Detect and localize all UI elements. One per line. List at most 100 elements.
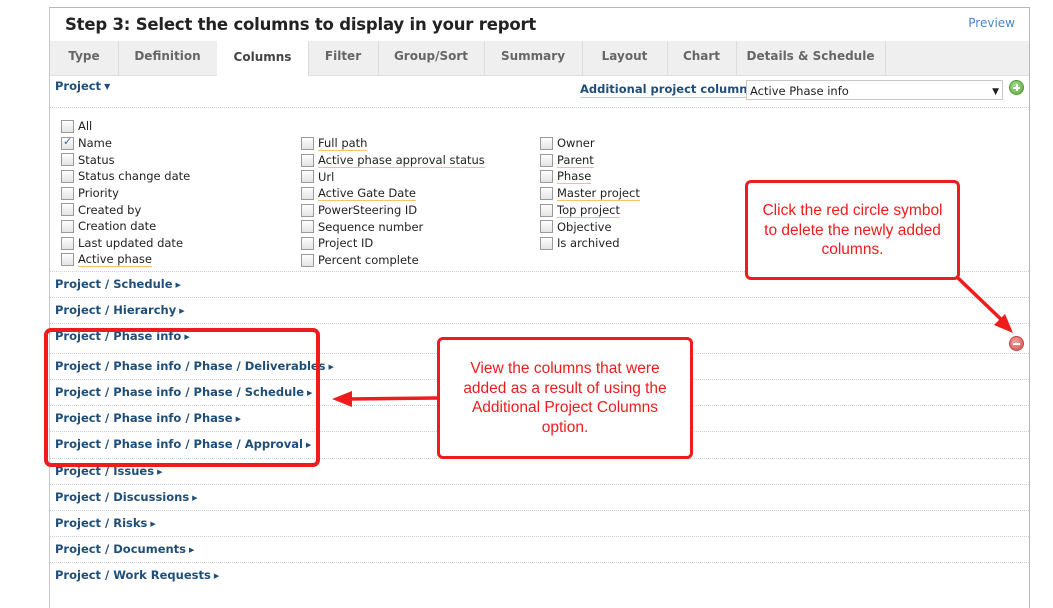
checkbox-label: Last updated date bbox=[78, 236, 184, 251]
divider bbox=[50, 323, 1029, 324]
column-option[interactable]: Master project bbox=[540, 185, 640, 202]
checkbox[interactable] bbox=[540, 136, 553, 150]
checkbox-label: PowerSteering ID bbox=[318, 203, 418, 218]
project-section-toggle[interactable]: Project ▼ bbox=[55, 79, 110, 93]
column-option[interactable]: Url bbox=[301, 168, 485, 185]
column-option[interactable]: Sequence number bbox=[301, 218, 485, 235]
chevron-right-icon: ▶ bbox=[213, 572, 220, 580]
column-section-toggle[interactable]: Project / Schedule ▶ bbox=[55, 277, 181, 291]
tab-columns[interactable]: Columns bbox=[217, 41, 309, 76]
tab-filter[interactable]: Filter bbox=[308, 41, 379, 75]
tab-definition[interactable]: Definition bbox=[118, 41, 218, 75]
column-option[interactable]: Status bbox=[61, 151, 190, 168]
checkbox[interactable] bbox=[61, 169, 74, 183]
checkbox-label: Active phase bbox=[78, 252, 152, 268]
checkbox-label: Active Gate Date bbox=[318, 185, 416, 201]
checkbox[interactable] bbox=[301, 186, 314, 200]
tab-summary[interactable]: Summary bbox=[484, 41, 583, 75]
checkbox[interactable] bbox=[61, 119, 74, 133]
checkbox[interactable] bbox=[301, 203, 314, 217]
checkbox[interactable] bbox=[61, 186, 74, 200]
column-option[interactable]: PowerSteering ID bbox=[301, 202, 485, 219]
column-option[interactable]: Full path bbox=[301, 135, 485, 152]
checkbox[interactable] bbox=[301, 153, 314, 167]
checkbox[interactable] bbox=[540, 186, 553, 200]
additional-columns-label: Additional project columns : bbox=[580, 82, 763, 98]
checkbox-label: Priority bbox=[78, 186, 119, 201]
checkbox[interactable] bbox=[301, 236, 314, 250]
report-wizard-panel: Step 3: Select the columns to display in… bbox=[49, 7, 1030, 608]
wizard-tabs: Type Definition Columns Filter Group/Sor… bbox=[50, 41, 1029, 76]
chevron-right-icon: ▶ bbox=[328, 363, 334, 371]
delete-instruction-callout: Click the red circle symbol to delete th… bbox=[745, 180, 960, 280]
checkbox-column-2: Full path Active phase approval status Url… bbox=[301, 135, 485, 269]
checkbox-label: Master project bbox=[557, 185, 640, 201]
column-option[interactable]: Active phase approval status bbox=[301, 152, 485, 169]
column-section-toggle[interactable]: Project / Risks ▶ bbox=[55, 516, 156, 530]
checkbox[interactable] bbox=[540, 220, 553, 234]
column-option[interactable]: All bbox=[61, 118, 190, 135]
project-section-label: Project bbox=[55, 79, 102, 93]
checkbox[interactable] bbox=[540, 236, 553, 250]
column-section-toggle[interactable]: Project / Hierarchy ▶ bbox=[55, 303, 185, 317]
checkbox[interactable] bbox=[301, 170, 314, 184]
tab-type[interactable]: Type bbox=[50, 41, 119, 75]
checkbox[interactable] bbox=[301, 253, 314, 267]
checkbox[interactable] bbox=[540, 170, 553, 184]
column-option[interactable]: Objective bbox=[540, 218, 640, 235]
column-option[interactable]: Status change date bbox=[61, 168, 190, 185]
chevron-right-icon: ▶ bbox=[150, 520, 156, 528]
column-section-toggle[interactable]: Project / Documents ▶ bbox=[55, 542, 194, 556]
tab-chart[interactable]: Chart bbox=[667, 41, 737, 75]
page-title: Step 3: Select the columns to display in… bbox=[65, 15, 537, 34]
column-option[interactable]: Name bbox=[61, 135, 190, 152]
add-columns-plus-icon[interactable] bbox=[1009, 80, 1024, 95]
column-section-toggle[interactable]: Project / Discussions ▶ bbox=[55, 490, 198, 504]
checkbox[interactable] bbox=[540, 203, 553, 217]
divider bbox=[50, 562, 1029, 563]
checkbox-label: Url bbox=[318, 169, 335, 184]
checkbox[interactable] bbox=[540, 153, 553, 167]
tab-group-sort[interactable]: Group/Sort bbox=[378, 41, 485, 75]
column-option[interactable]: Active Gate Date bbox=[301, 185, 485, 202]
checkbox-label: Objective bbox=[557, 219, 612, 234]
column-option[interactable]: Is archived bbox=[540, 235, 640, 252]
checkbox[interactable] bbox=[61, 203, 74, 217]
column-option[interactable]: Parent bbox=[540, 152, 640, 169]
checkbox-label: Created by bbox=[78, 202, 142, 217]
checkbox-label: Percent complete bbox=[318, 253, 419, 268]
checkbox[interactable] bbox=[301, 220, 314, 234]
column-option[interactable]: Creation date bbox=[61, 218, 190, 235]
column-option[interactable]: Phase bbox=[540, 168, 640, 185]
checkbox-label: Top project bbox=[557, 202, 620, 218]
additional-columns-select[interactable]: Active Phase info ▼ bbox=[746, 80, 1003, 100]
tab-details-schedule[interactable]: Details & Schedule bbox=[736, 41, 886, 75]
column-option[interactable]: Top project bbox=[540, 202, 640, 219]
column-option[interactable]: Created by bbox=[61, 201, 190, 218]
checkbox[interactable] bbox=[61, 253, 74, 267]
remove-columns-minus-icon[interactable] bbox=[1009, 336, 1024, 351]
checkbox[interactable] bbox=[61, 135, 74, 150]
checkbox-label: Phase bbox=[557, 169, 592, 185]
checkbox-label: Name bbox=[78, 136, 112, 151]
checkbox-label: Project ID bbox=[318, 236, 374, 251]
column-option[interactable]: Percent complete bbox=[301, 252, 485, 269]
column-option[interactable]: Active phase bbox=[61, 252, 190, 269]
tab-layout[interactable]: Layout bbox=[582, 41, 668, 75]
divider bbox=[50, 484, 1029, 485]
column-option[interactable]: Project ID bbox=[301, 235, 485, 252]
checkbox[interactable] bbox=[301, 136, 314, 150]
checkbox[interactable] bbox=[61, 219, 74, 233]
checkbox-label: Status change date bbox=[78, 169, 191, 184]
checkbox[interactable] bbox=[61, 236, 74, 250]
section-label: Project / Work Requests bbox=[55, 568, 211, 582]
column-section-toggle[interactable]: Project / Work Requests ▶ bbox=[55, 568, 219, 582]
dropdown-arrow-icon: ▼ bbox=[992, 87, 999, 97]
checkbox[interactable] bbox=[61, 153, 74, 167]
checkbox-label: Full path bbox=[318, 135, 368, 151]
preview-link[interactable]: Preview bbox=[968, 16, 1015, 30]
chevron-right-icon: ▶ bbox=[175, 281, 181, 289]
column-option[interactable]: Priority bbox=[61, 185, 190, 202]
column-option[interactable]: Owner bbox=[540, 135, 640, 152]
column-option[interactable]: Last updated date bbox=[61, 235, 190, 252]
